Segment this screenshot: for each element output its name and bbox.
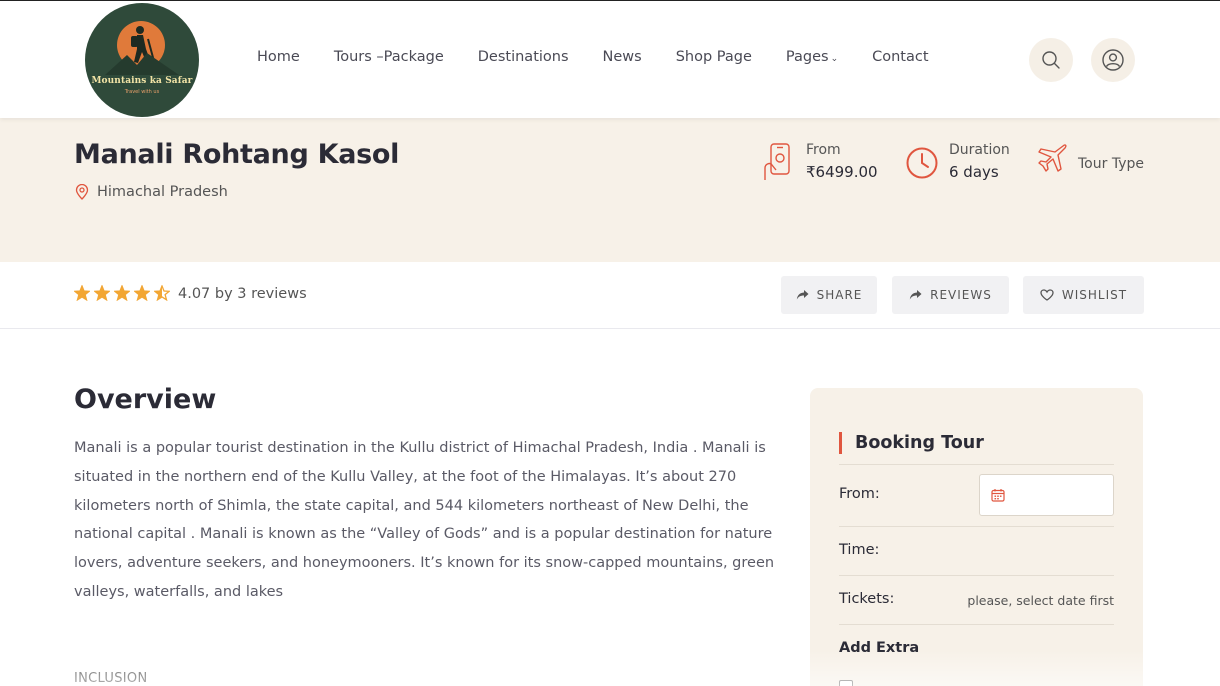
share-label: SHARE [816,288,863,302]
booking-from-label: From: [839,486,880,502]
user-icon [1102,49,1124,71]
rating-stars [74,285,170,301]
tickets-note: please, select date first [967,593,1114,608]
duration-label: Duration [949,142,1010,158]
calendar-icon [991,489,1005,502]
add-extra-heading: Add Extra [839,640,920,656]
nav-item-shop-page[interactable]: Shop Page [676,49,752,65]
booking-time-label: Time: [839,542,880,558]
nav-item-contact[interactable]: Contact [872,49,928,65]
price-value: ₹6499.00 [806,163,878,181]
share-button[interactable]: SHARE [781,276,877,314]
tour-duration: Duration 6 days [905,142,1010,181]
clock-icon [906,147,938,179]
reply-arrow-icon [909,290,922,300]
extra-option-row[interactable] [839,678,1114,686]
wishlist-button[interactable]: WISHLIST [1023,276,1144,314]
price-label: From [806,142,841,158]
nav-item-destinations[interactable]: Destinations [478,49,569,65]
site-header: Mountains ka Safar Travel with us Home T… [0,0,1220,118]
overview-heading: Overview [74,384,217,415]
search-icon [1042,51,1060,69]
search-button[interactable] [1029,38,1073,82]
tour-type: Tour Type [1036,142,1144,174]
star-full-icon [114,285,130,301]
reviews-button[interactable]: REVIEWS [892,276,1009,314]
map-pin-icon [75,184,89,200]
nav-item-tours-package[interactable]: Tours –Package [334,49,444,65]
duration-value: 6 days [949,163,999,181]
tour-type-label: Tour Type [1078,156,1144,172]
booking-divider [839,624,1114,625]
booking-divider [839,464,1114,465]
wishlist-label: WISHLIST [1061,288,1128,302]
main-nav: Home Tours –Package Destinations News Sh… [257,49,963,65]
rating-text[interactable]: 4.07 by 3 reviews [178,286,307,302]
tour-title: Manali Rohtang Kasol [74,139,400,170]
booking-date-input[interactable] [979,474,1114,516]
heart-icon [1040,289,1054,301]
mobile-price-icon [764,143,790,180]
star-half-icon [154,285,170,301]
account-button[interactable] [1091,38,1135,82]
inclusion-heading: INCLUSION [74,671,148,686]
tour-location: Himachal Pradesh [75,184,228,200]
star-full-icon [74,285,90,301]
share-arrow-icon [796,290,809,300]
extra-option-checkbox[interactable] [839,680,853,686]
chevron-down-icon: ⌄ [830,54,839,64]
hiker-icon [105,26,179,75]
nav-item-home[interactable]: Home [257,49,300,65]
star-full-icon [94,285,110,301]
tour-price: From ₹6499.00 [762,142,878,182]
nav-item-pages[interactable]: Pages ⌄ [786,49,838,65]
booking-tickets-label: Tickets: [839,591,895,607]
airplane-icon [1038,144,1067,172]
tour-location-text: Himachal Pradesh [97,184,228,200]
overview-body: Manali is a popular tourist destination … [74,440,775,600]
star-full-icon [134,285,150,301]
reviews-label: REVIEWS [930,288,992,302]
booking-divider [839,575,1114,576]
site-logo[interactable]: Mountains ka Safar Travel with us [85,3,199,117]
booking-title: Booking Tour [839,432,984,454]
nav-item-news[interactable]: News [603,49,642,65]
nav-item-pages-label: Pages [785,49,829,65]
booking-divider [839,526,1114,527]
logo-brand: Mountains ka Safar [91,76,193,86]
logo-tagline: Travel with us [124,89,160,95]
